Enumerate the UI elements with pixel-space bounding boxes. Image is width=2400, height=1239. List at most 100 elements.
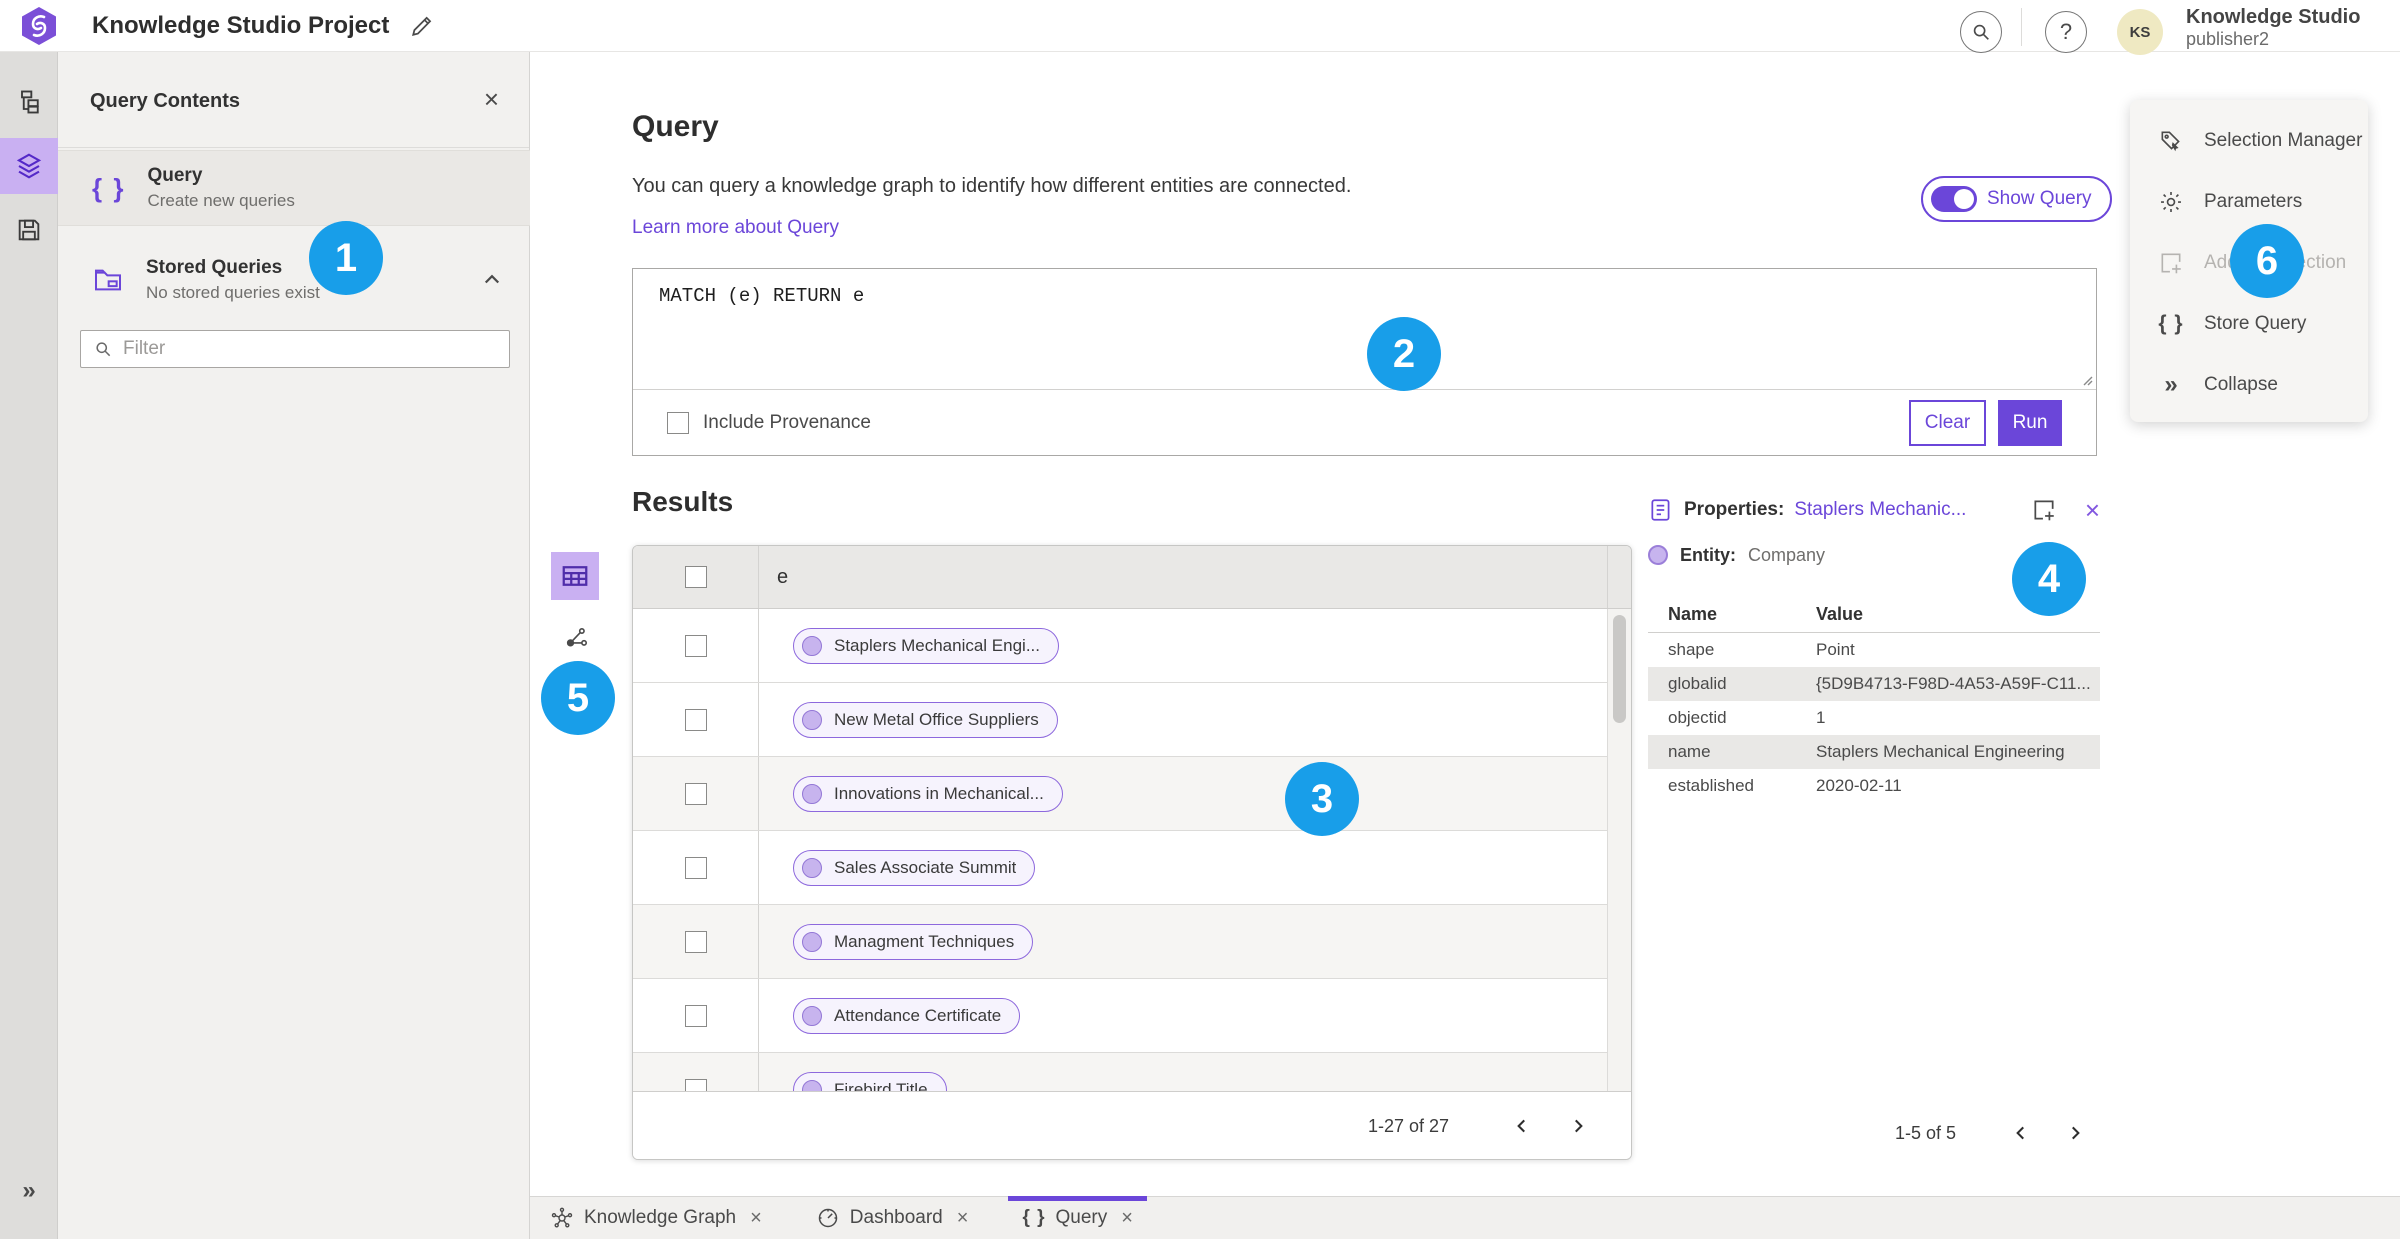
add-to-selection-icon [2158,250,2184,276]
row-checkbox[interactable] [684,634,707,657]
sidebar-item-query[interactable]: { } Query Create new queries [58,150,530,226]
menu-item-selection-manager[interactable]: Selection Manager [2130,110,2368,171]
entity-dot-icon [802,931,822,952]
entity-pill[interactable]: Staplers Mechanical Engi... [793,627,1059,664]
entity-pill[interactable]: Innovations in Mechanical... [793,775,1063,812]
search-icon [93,339,113,359]
include-provenance-checkbox[interactable] [667,412,689,434]
top-bar: Knowledge Studio Project ? KS Knowledge … [0,0,2400,55]
query-editor-footer: Include Provenance Clear Run [633,390,2096,456]
table-view-button[interactable] [551,552,599,600]
step-badge-4: 4 [2012,542,2086,616]
dashboard-gauge-icon [816,1206,840,1230]
user-info[interactable]: Knowledge Studio publisher2 [2186,6,2360,50]
table-row[interactable]: New Metal Office Suppliers [633,683,1631,757]
app-logo-icon [20,6,58,46]
menu-item-collapse[interactable]: » Collapse [2130,354,2368,415]
search-button[interactable] [1960,11,2002,53]
clear-button[interactable]: Clear [1909,400,1986,446]
row-checkbox[interactable] [684,930,707,953]
edit-title-pencil-icon[interactable] [408,12,438,42]
row-checkbox[interactable] [684,1078,707,1091]
properties-close-icon[interactable]: × [2085,497,2100,523]
help-button[interactable]: ? [2045,11,2087,53]
chevron-left-icon[interactable] [2004,1116,2038,1150]
tab-close-icon[interactable]: × [957,1208,969,1228]
show-query-toggle[interactable]: Show Query [1921,176,2112,222]
run-button[interactable]: Run [1998,400,2062,446]
add-to-selection-icon[interactable] [2031,497,2057,523]
filter-field [80,330,510,368]
entity-pill[interactable]: Attendance Certificate [793,997,1021,1034]
select-all-checkbox[interactable] [684,566,707,588]
step-badge-1: 1 [309,221,383,295]
entity-value: Company [1748,544,1826,565]
entity-dot-icon [802,709,822,730]
tab-knowledge-graph[interactable]: Knowledge Graph × [536,1197,776,1239]
stored-queries-subtitle: No stored queries exist [146,283,320,302]
layers-icon [16,153,42,179]
panel-title: Query Contents [90,90,241,112]
properties-entity-link[interactable]: Staplers Mechanic... [1794,499,1966,521]
sidebar-item-query-layers[interactable] [0,138,58,194]
braces-icon: { } [92,172,126,203]
tab-query[interactable]: { } Query × [1008,1196,1147,1239]
row-checkbox[interactable] [684,856,707,879]
avatar-initials: KS [2129,23,2151,41]
entity-pill[interactable]: Sales Associate Summit [793,849,1036,886]
results-table-card: e Staplers Mechanical Engi... New Metal … [632,545,1632,1160]
table-row[interactable]: Staplers Mechanical Engi... [633,609,1631,683]
table-row[interactable]: Attendance Certificate [633,979,1631,1053]
entity-pill[interactable]: New Metal Office Suppliers [793,701,1058,738]
entity-pill[interactable]: Firebird Title [793,1071,947,1091]
query-item-title: Query [147,165,203,186]
row-checkbox[interactable] [684,708,707,731]
panel-close-icon[interactable]: × [484,86,499,112]
table-row[interactable]: Sales Associate Summit [633,831,1631,905]
sidebar-item-hierarchy[interactable] [0,74,58,130]
toggle-switch [1931,186,1977,212]
menu-item-parameters[interactable]: Parameters [2130,171,2368,232]
project-title: Knowledge Studio Project [92,12,390,39]
link-chart-view-button[interactable] [553,614,601,662]
table-row[interactable]: Innovations in Mechanical... [633,757,1631,831]
row-checkbox[interactable] [684,782,707,805]
scrollbar-thumb[interactable] [1613,615,1626,723]
query-editor-input[interactable]: MATCH (e) RETURN e [633,269,2096,389]
column-header-name: Name [1668,604,1718,624]
selection-manager-icon [2158,128,2184,154]
row-checkbox[interactable] [684,1004,707,1027]
query-editor-card: MATCH (e) RETURN e Include Provenance Cl… [632,268,2097,456]
entity-pill[interactable]: Managment Techniques [793,923,1034,960]
chevron-left-icon[interactable] [1505,1109,1539,1143]
chevron-right-icon[interactable] [2058,1116,2092,1150]
table-row[interactable]: Firebird Title [633,1053,1631,1091]
knowledge-graph-icon [550,1206,574,1230]
results-heading: Results [632,486,734,517]
sidebar-item-save[interactable] [0,202,58,258]
search-icon [1973,24,1989,40]
braces-icon: { } [2158,311,2184,335]
property-row: globalid {5D9B4713-F98D-4A53-A59F-C11... [1648,667,2100,701]
properties-table: Name Value shape Point globalid {5D9B471… [1648,597,2100,803]
tab-dashboard[interactable]: Dashboard × [802,1197,983,1239]
property-row: name Staplers Mechanical Engineering [1648,735,2100,769]
user-role: publisher2 [2186,29,2270,49]
property-row: shape Point [1668,640,1855,659]
chevron-up-icon[interactable] [482,270,502,290]
expand-rail-button[interactable]: » [0,1171,58,1211]
filter-input[interactable] [123,338,497,360]
tab-close-icon[interactable]: × [1121,1208,1133,1228]
properties-pagination-label: 1-5 of 5 [1894,1122,1956,1143]
results-scrollbar[interactable] [1607,609,1631,1091]
sidebar-item-stored-queries[interactable]: Stored Queries No stored queries exist [58,240,530,320]
menu-item-store-query[interactable]: { } Store Query [2130,293,2368,354]
link-chart-icon [566,627,588,647]
avatar[interactable]: KS [2117,9,2163,55]
table-row[interactable]: Managment Techniques [633,905,1631,979]
tab-close-icon[interactable]: × [750,1208,762,1228]
chevron-right-icon[interactable] [1561,1109,1595,1143]
properties-label: Properties: [1684,499,1785,520]
learn-more-link[interactable]: Learn more about Query [632,217,839,239]
resize-handle-icon[interactable] [2081,374,2093,386]
